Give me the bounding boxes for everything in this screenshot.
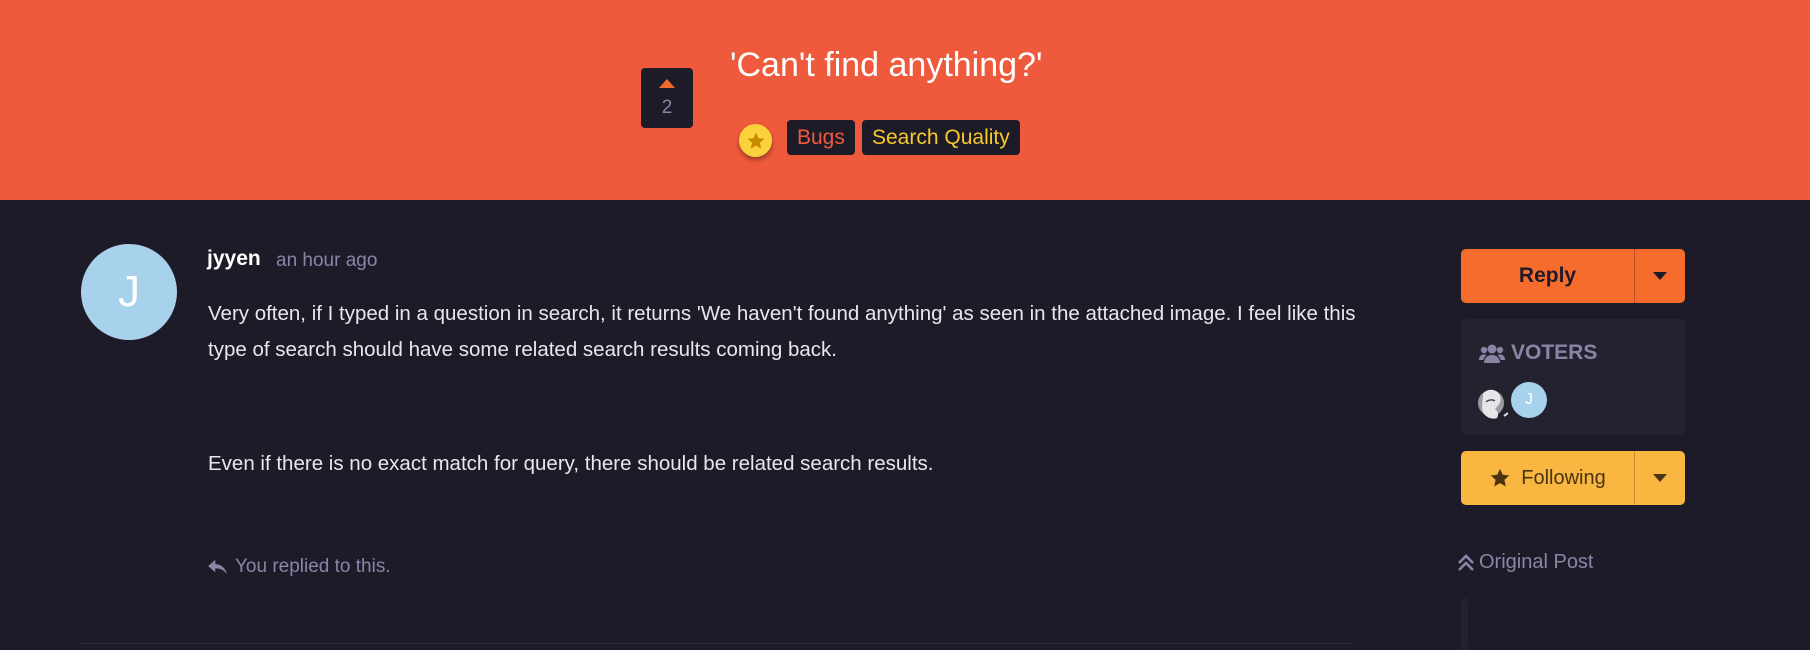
- voters-panel: VOTERS J: [1461, 319, 1685, 435]
- post-paragraph-1: Very often, if I typed in a question in …: [208, 302, 1356, 361]
- star-icon: [1491, 468, 1510, 487]
- post-divider: [81, 643, 1351, 644]
- reply-button[interactable]: Reply: [1461, 249, 1635, 303]
- voter-avatar-1[interactable]: [1478, 386, 1508, 420]
- chevron-down-icon: [1653, 474, 1667, 482]
- post-paragraph-2: Even if there is no exact match for quer…: [208, 452, 934, 475]
- post-time: an hour ago: [276, 250, 378, 271]
- voter-avatar-2[interactable]: J: [1511, 382, 1547, 418]
- timeline-scroll-track[interactable]: [1461, 598, 1468, 650]
- voter-avatar-letter: J: [1525, 391, 1533, 408]
- tag-bugs[interactable]: Bugs: [787, 120, 855, 155]
- replied-note: You replied to this.: [207, 556, 391, 578]
- tag-search-quality[interactable]: Search Quality: [862, 120, 1020, 155]
- upvote-button[interactable]: 2: [641, 68, 693, 128]
- chevron-down-icon: [1653, 272, 1667, 280]
- following-button-group: Following: [1461, 451, 1685, 505]
- reply-icon: [208, 559, 227, 575]
- following-dropdown-button[interactable]: [1635, 451, 1685, 505]
- post-author[interactable]: jyyen: [207, 247, 261, 271]
- voters-heading: VOTERS: [1479, 341, 1597, 365]
- topic-header: 2 'Can't find anything?' Bugs Search Qua…: [0, 0, 1810, 200]
- topic-title: 'Can't find anything?': [730, 46, 1043, 84]
- double-chevron-up-icon: [1458, 553, 1474, 571]
- original-post-label: Original Post: [1479, 551, 1594, 573]
- following-button[interactable]: Following: [1461, 451, 1635, 505]
- avatar-letter: J: [118, 267, 140, 316]
- star-icon: [739, 124, 772, 157]
- following-label: Following: [1521, 466, 1606, 489]
- reply-dropdown-button[interactable]: [1635, 249, 1685, 303]
- original-post-link[interactable]: Original Post: [1457, 551, 1594, 574]
- users-icon: [1479, 344, 1505, 363]
- vote-count: 2: [661, 97, 673, 118]
- upvote-arrow-icon: [659, 79, 675, 88]
- avatar[interactable]: J: [81, 244, 177, 340]
- reply-button-group: Reply: [1461, 249, 1685, 303]
- replied-text: You replied to this.: [235, 556, 391, 577]
- voters-title: VOTERS: [1511, 341, 1598, 364]
